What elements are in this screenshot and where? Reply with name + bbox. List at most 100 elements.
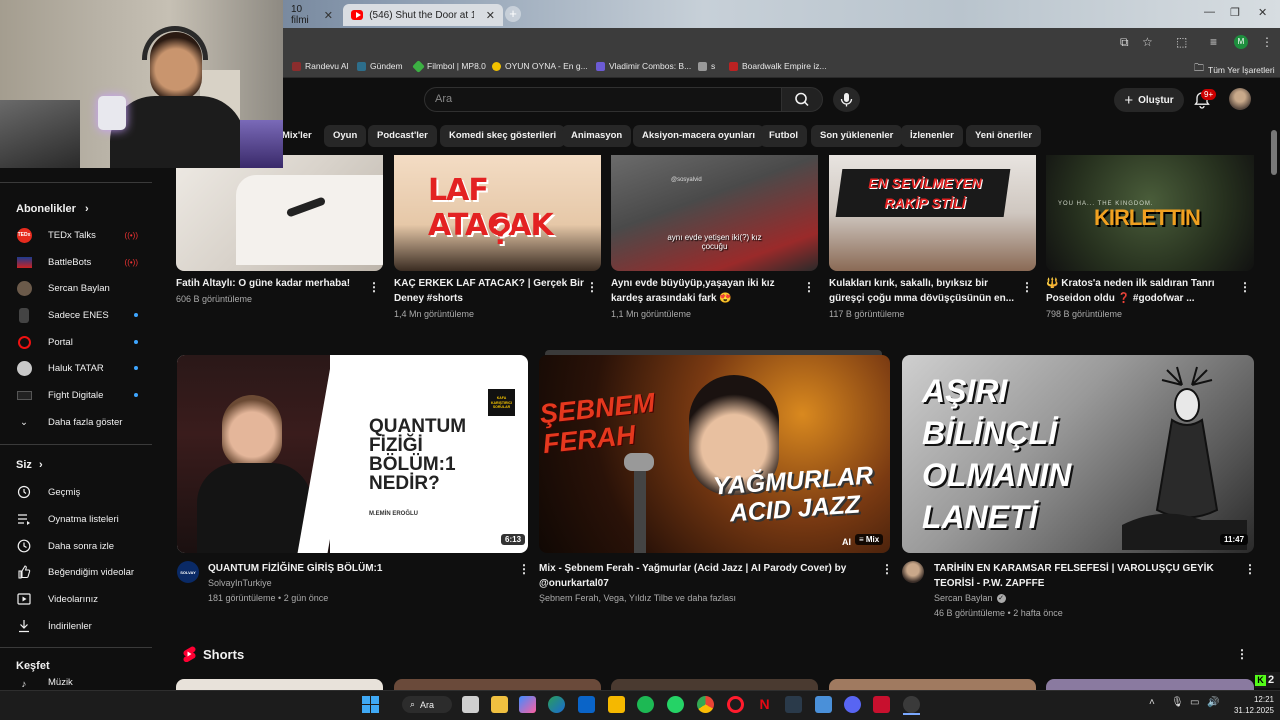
video-thumbnail[interactable]: YOU HA... THE KINGDOM. KIRLETTIN bbox=[1046, 155, 1254, 271]
page-scrollbar-thumb[interactable] bbox=[1271, 130, 1277, 175]
chip-comedy[interactable]: Komedi skeç gösterileri bbox=[440, 125, 566, 147]
bookmark-gundem[interactable]: Gündem bbox=[357, 61, 403, 71]
more-options-icon[interactable]: ⋮ bbox=[586, 280, 598, 294]
calculator-icon[interactable] bbox=[815, 696, 832, 713]
more-options-icon[interactable]: ⋮ bbox=[368, 280, 380, 294]
tray-overflow-icon[interactable]: ˄ bbox=[1149, 697, 1155, 708]
short-thumbnail[interactable] bbox=[1046, 679, 1254, 690]
extensions-icon[interactable]: ⬚ bbox=[1176, 35, 1187, 49]
channel-row[interactable]: Sercan Baylan ✓ bbox=[934, 591, 1006, 605]
more-options-icon[interactable]: ⋮ bbox=[1244, 562, 1256, 576]
cast-icon[interactable]: ⧉ bbox=[1120, 35, 1129, 50]
video-thumbnail[interactable]: LAF ATACAK ? bbox=[394, 155, 601, 271]
more-options-icon[interactable]: ⋮ bbox=[518, 562, 530, 576]
obs-icon[interactable] bbox=[903, 696, 920, 713]
new-tab-button[interactable]: + bbox=[505, 6, 521, 22]
video-title[interactable]: QUANTUM FİZİĞİNE GİRİŞ BÖLÜM:1 bbox=[208, 561, 508, 576]
more-options-icon[interactable]: ⋮ bbox=[1021, 280, 1033, 294]
task-view-icon[interactable] bbox=[462, 696, 479, 713]
chip-mixes[interactable]: Mix'ler bbox=[278, 125, 321, 147]
taskbar-search[interactable]: ⌕ Ara bbox=[402, 696, 452, 713]
maximize-icon[interactable]: ❐ bbox=[1230, 6, 1240, 19]
tab-films[interactable]: 10 filmi ✕ bbox=[283, 4, 341, 26]
sidebar-item-sercan-baylan[interactable]: Sercan Baylan bbox=[16, 277, 138, 299]
sidebar-item-tedx[interactable]: TEDx TEDx Talks ((•)) bbox=[16, 224, 138, 246]
video-thumbnail[interactable]: QUANTUM FİZİĞİ BÖLÜM:1 NEDİR? M.EMİN ERO… bbox=[177, 355, 528, 553]
video-title[interactable]: KAÇ ERKEK LAF ATACAK? | Gerçek Bir Deney… bbox=[394, 276, 584, 306]
chip-animation[interactable]: Animasyon bbox=[562, 125, 632, 147]
copilot-icon[interactable] bbox=[519, 696, 536, 713]
bookmark-boardwalk[interactable]: Boardwalk Empire iz... bbox=[729, 61, 827, 71]
short-thumbnail[interactable] bbox=[829, 679, 1036, 690]
more-options-icon[interactable]: ⋮ bbox=[881, 562, 893, 576]
video-title[interactable]: 🔱 Kratos'a neden ilk saldıran Tanrı Pose… bbox=[1046, 276, 1236, 306]
more-options-icon[interactable]: ⋮ bbox=[803, 280, 815, 294]
search-input[interactable]: Ara bbox=[424, 87, 782, 112]
bookmark-randevu[interactable]: Randevu Al bbox=[292, 61, 348, 71]
bookmark-vladimir[interactable]: Vladimir Combos: B... bbox=[596, 61, 691, 71]
file-explorer-icon[interactable] bbox=[491, 696, 508, 713]
create-button[interactable]: + Oluştur bbox=[1114, 88, 1184, 112]
chip-recently-uploaded[interactable]: Son yüklenenler bbox=[811, 125, 903, 147]
netflix-icon[interactable]: N bbox=[756, 696, 773, 713]
video-title[interactable]: TARİHİN EN KARAMSAR FELSEFESİ | VAROLUŞÇ… bbox=[934, 561, 1234, 591]
chip-podcasts[interactable]: Podcast'ler bbox=[368, 125, 437, 147]
discord-icon[interactable] bbox=[844, 696, 861, 713]
sidebar-item-fight-digitale[interactable]: Fight Digitale bbox=[16, 384, 138, 406]
more-options-icon[interactable]: ⋮ bbox=[1239, 280, 1251, 294]
sidebar-item-downloads[interactable]: İndirilenler bbox=[16, 615, 138, 637]
video-title[interactable]: Mix - Şebnem Ferah - Yağmurlar (Acid Jaz… bbox=[539, 561, 869, 591]
sidebar-item-playlists[interactable]: Oynatma listeleri bbox=[16, 508, 138, 530]
subscriptions-heading[interactable]: Abonelikler › bbox=[16, 203, 89, 215]
close-tab-icon[interactable]: ✕ bbox=[324, 9, 333, 22]
video-thumbnail[interactable]: @sosyalvid aynı evde yetişen iki(?) kız … bbox=[611, 155, 818, 271]
profile-avatar[interactable]: M bbox=[1234, 35, 1248, 49]
show-more-button[interactable]: ⌄ Daha fazla göster bbox=[16, 411, 138, 433]
sidebar-item-liked-videos[interactable]: Beğendiğim videolar bbox=[16, 561, 138, 583]
bookmark-star-icon[interactable]: ☆ bbox=[1142, 35, 1153, 49]
channel-name[interactable]: SolvayInTurkiye bbox=[208, 576, 272, 590]
folder-icon[interactable] bbox=[608, 696, 625, 713]
short-thumbnail[interactable] bbox=[176, 679, 383, 690]
search-button[interactable] bbox=[781, 87, 823, 112]
account-avatar[interactable] bbox=[1229, 88, 1251, 110]
sidebar-item-battlebots[interactable]: BattleBots ((•)) bbox=[16, 251, 138, 273]
chip-new-to-you[interactable]: Yeni öneriler bbox=[966, 125, 1042, 147]
edge-icon[interactable] bbox=[548, 696, 565, 713]
video-thumbnail[interactable] bbox=[176, 155, 383, 271]
short-thumbnail[interactable] bbox=[611, 679, 818, 690]
spotify-icon[interactable] bbox=[637, 696, 654, 713]
sidebar-item-sadece-enes[interactable]: Sadece ENES bbox=[16, 304, 138, 326]
network-icon[interactable]: ▭ bbox=[1190, 697, 1199, 708]
chrome-menu-icon[interactable]: ⋮ bbox=[1261, 35, 1273, 49]
bookmark-s[interactable]: s bbox=[698, 61, 715, 71]
chrome-icon[interactable] bbox=[697, 696, 714, 713]
video-thumbnail[interactable]: AŞIRI BİLİNÇLİ OLMANIN LANETİ 11:47 bbox=[902, 355, 1254, 553]
system-clock[interactable]: 12:21 31.12.2025 bbox=[1228, 694, 1274, 716]
chip-action-adventure[interactable]: Aksiyon-macera oyunları bbox=[633, 125, 764, 147]
sidebar-item-history[interactable]: Geçmiş bbox=[16, 481, 138, 503]
bookmark-oyun[interactable]: OYUN OYNA - En g... bbox=[492, 61, 588, 71]
short-thumbnail[interactable] bbox=[394, 679, 601, 690]
opera-icon[interactable] bbox=[727, 696, 744, 713]
microphone-tray-icon[interactable]: 🎙 bbox=[1171, 697, 1184, 708]
start-button[interactable] bbox=[362, 696, 379, 713]
app-icon[interactable] bbox=[873, 696, 890, 713]
you-heading[interactable]: Siz › bbox=[16, 459, 43, 471]
media-controls-icon[interactable]: ≡ bbox=[1210, 35, 1217, 49]
bookmark-filmbol[interactable]: Filmbol | MP8.0 bbox=[412, 59, 486, 73]
video-title[interactable]: Fatih Altaylı: O güne kadar merhaba! bbox=[176, 276, 366, 291]
video-thumbnail[interactable]: EN SEVİLMEYEN RAKİP STİLİ bbox=[829, 155, 1036, 271]
tab-youtube-active[interactable]: (546) Shut the Door at 10:04 | ✕ bbox=[343, 4, 503, 26]
volume-icon[interactable]: 🔊 bbox=[1207, 697, 1219, 708]
all-bookmarks[interactable]: 🗀 Tüm Yer İşaretleri bbox=[1194, 61, 1275, 78]
channel-avatar[interactable] bbox=[902, 561, 924, 583]
whatsapp-icon[interactable] bbox=[667, 696, 684, 713]
sidebar-item-music[interactable]: ♪ Müzik bbox=[16, 677, 138, 689]
sidebar-item-watch-later[interactable]: Daha sonra izle bbox=[16, 535, 138, 557]
mix-thumbnail[interactable]: ŞEBNEM FERAH YAĞMURLAR ACID JAZZ AI ≡ Mi… bbox=[539, 355, 890, 553]
video-title[interactable]: Kulakları kırık, sakallı, bıyıksız bir g… bbox=[829, 276, 1019, 306]
sidebar-item-portal[interactable]: Portal bbox=[16, 331, 138, 353]
outlook-icon[interactable] bbox=[578, 696, 595, 713]
channel-name[interactable]: Şebnem Ferah, Vega, Yıldız Tilbe ve daha… bbox=[539, 591, 736, 605]
